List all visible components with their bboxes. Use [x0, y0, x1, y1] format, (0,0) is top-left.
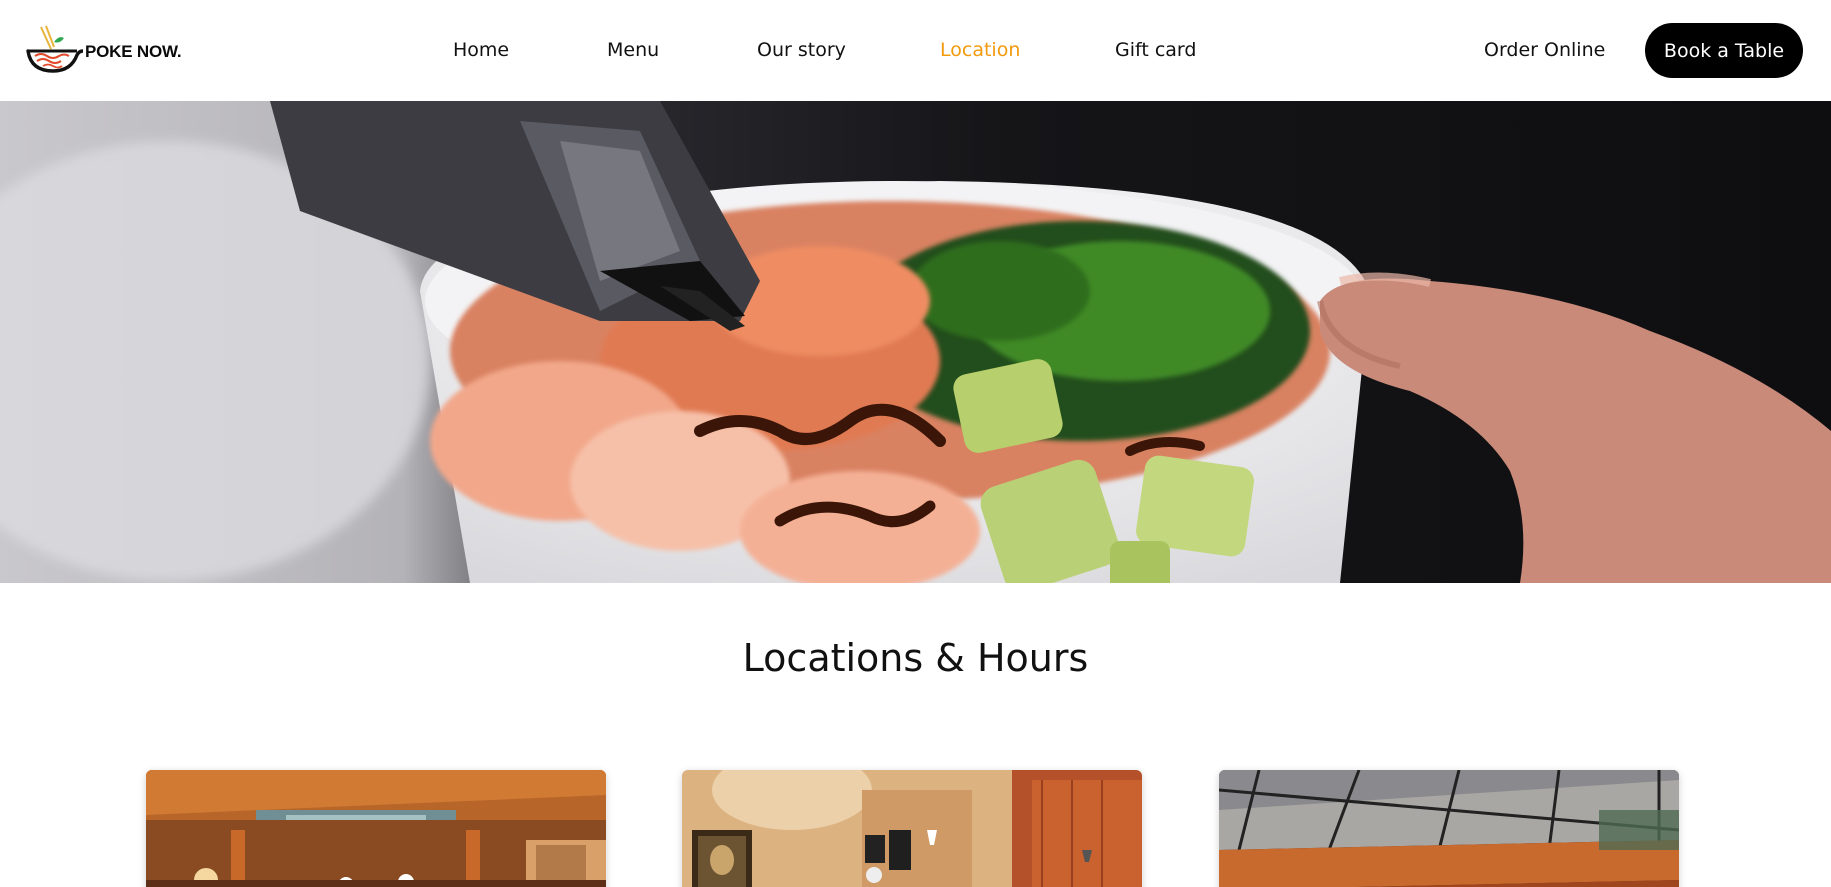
nav-location[interactable]: Location	[940, 38, 1020, 62]
location-card[interactable]	[146, 770, 606, 887]
location-photo	[1219, 770, 1679, 887]
locations-title: Locations & Hours	[742, 636, 1089, 680]
location-photo	[146, 770, 606, 887]
brand-logo[interactable]: POKE NOW.	[25, 24, 182, 76]
site-header: POKE NOW. Home Menu Our story Location G…	[0, 0, 1831, 101]
nav-home[interactable]: Home	[453, 38, 509, 62]
location-photo	[682, 770, 1142, 887]
hero-image	[0, 101, 1831, 583]
nav-gift-card[interactable]: Gift card	[1115, 38, 1196, 62]
nav-menu[interactable]: Menu	[607, 38, 659, 62]
order-online-link[interactable]: Order Online	[1484, 38, 1605, 62]
brand-name: POKE NOW.	[85, 42, 182, 61]
nav-our-story[interactable]: Our story	[757, 38, 846, 62]
location-card[interactable]	[682, 770, 1142, 887]
location-card[interactable]	[1219, 770, 1679, 887]
poke-bowl-icon	[25, 25, 83, 75]
book-table-button[interactable]: Book a Table	[1645, 23, 1803, 78]
